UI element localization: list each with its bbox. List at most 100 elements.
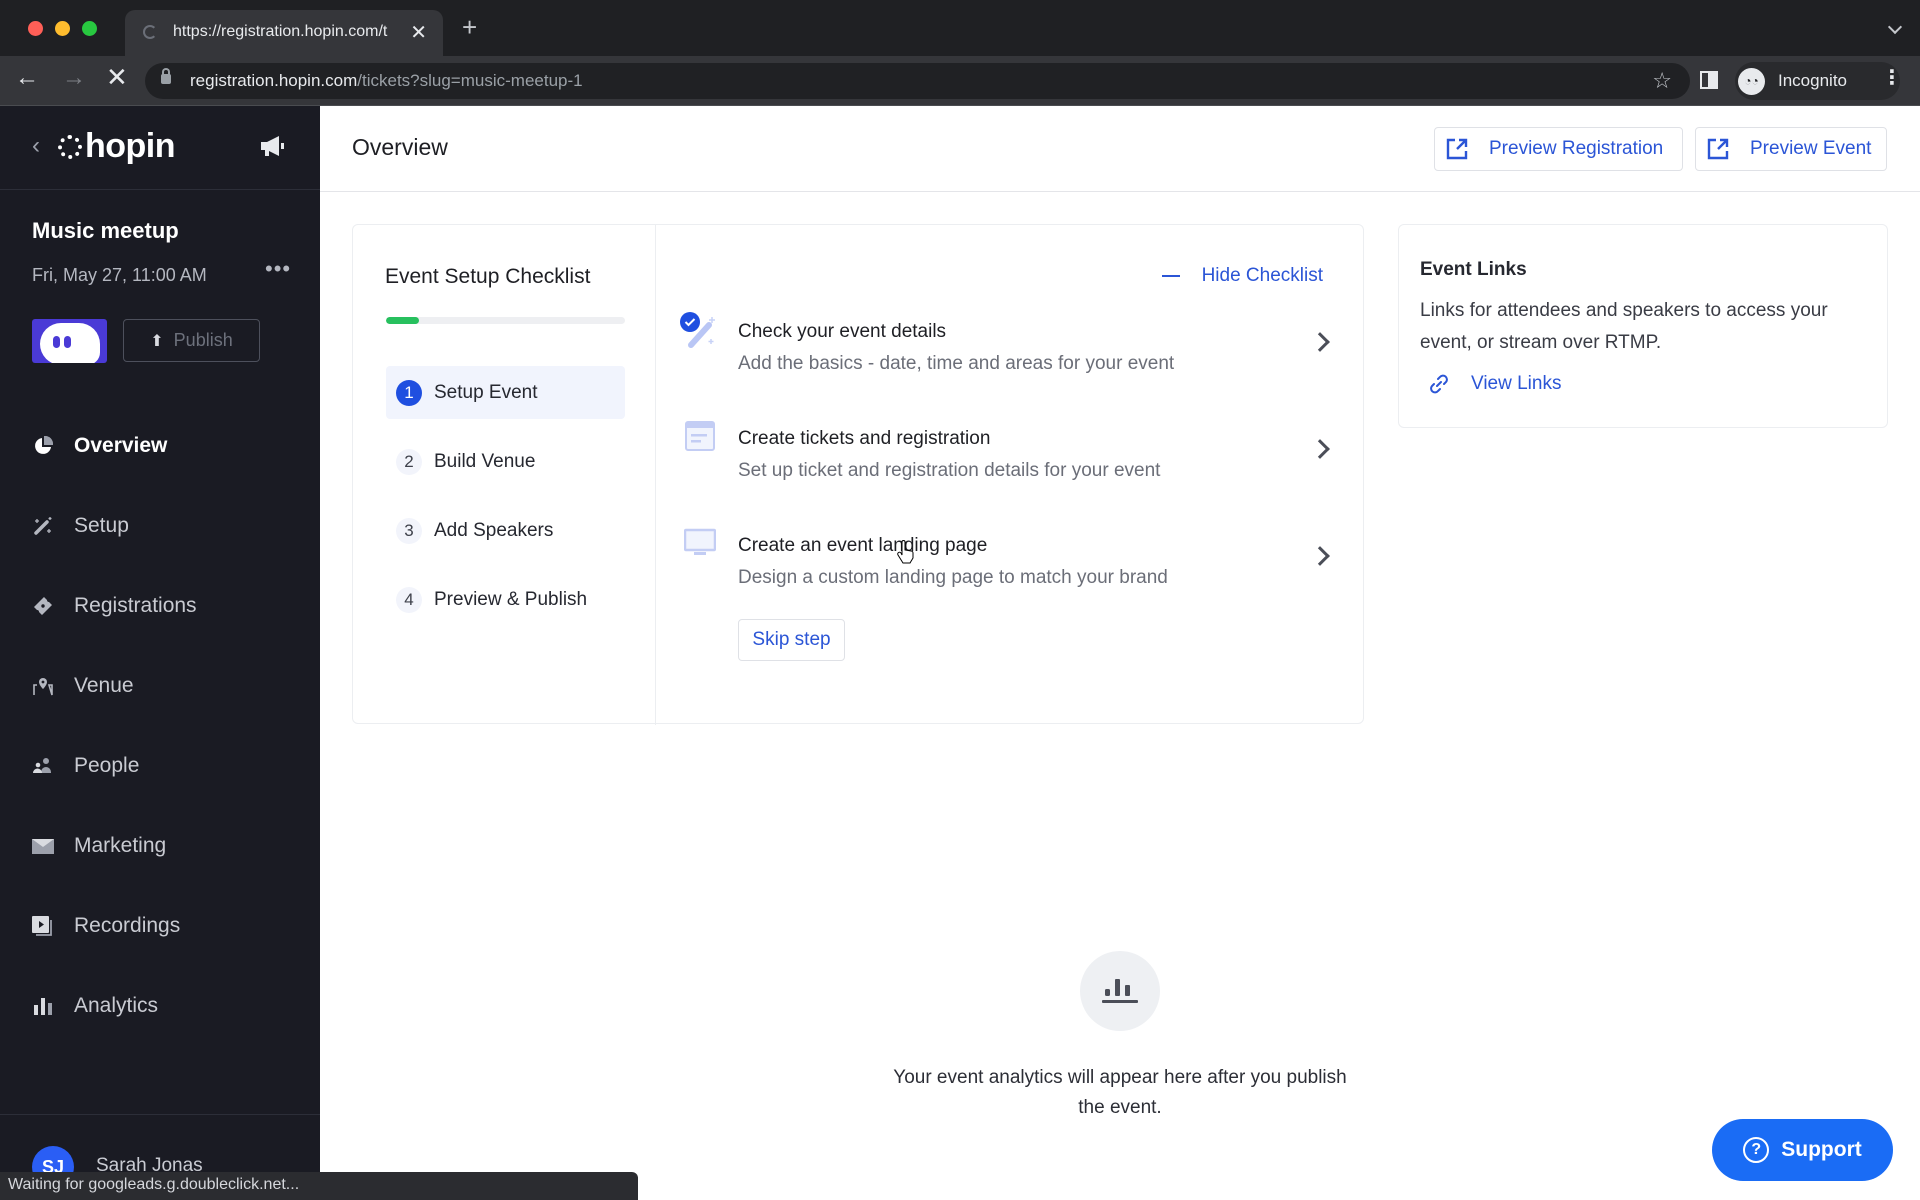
- window-maximize-button[interactable]: [82, 21, 97, 36]
- hopin-app: ‹ hopin Music meetup Fri, May 27, 11:00 …: [0, 106, 1920, 1200]
- analytics-empty-state: Your event analytics will appear here af…: [320, 951, 1920, 1123]
- people-icon: [32, 755, 54, 777]
- upload-icon: ⬆: [150, 332, 164, 350]
- side-panel-icon[interactable]: [1700, 71, 1718, 89]
- task-create-tickets[interactable]: Create tickets and registration Set up t…: [656, 420, 1365, 510]
- tab-search-chevron-icon[interactable]: [1887, 19, 1903, 35]
- event-links-card: Event Links Links for attendees and spea…: [1398, 224, 1888, 428]
- step-number: 1: [396, 379, 422, 406]
- support-button[interactable]: ? Support: [1712, 1119, 1893, 1181]
- step-preview-publish[interactable]: 4 Preview & Publish: [386, 573, 625, 626]
- incognito-profile-button[interactable]: ◔◔ Incognito: [1735, 62, 1900, 100]
- tab-close-icon[interactable]: ✕: [410, 20, 427, 45]
- url-text[interactable]: registration.hopin.com/tickets?slug=musi…: [190, 71, 583, 91]
- browser-toolbar: ← → ✕ registration.hopin.com/tickets?slu…: [0, 56, 1920, 106]
- map-pin-icon: [32, 675, 54, 697]
- event-links-description: Links for attendees and speakers to acce…: [1420, 300, 1828, 353]
- sidebar-item-registrations[interactable]: Registrations: [0, 566, 320, 646]
- megaphone-icon[interactable]: [258, 134, 288, 158]
- sidebar-item-marketing[interactable]: Marketing: [0, 806, 320, 886]
- sidebar-item-venue[interactable]: Venue: [0, 646, 320, 726]
- chevron-right-icon: [1310, 439, 1330, 459]
- preview-event-button[interactable]: Preview Event: [1695, 127, 1887, 171]
- analytics-placeholder: [1080, 951, 1160, 1031]
- external-link-icon: [1446, 138, 1468, 160]
- lock-icon: [161, 68, 171, 84]
- step-number: 4: [396, 586, 422, 613]
- sidebar-nav: Overview Setup Registrations Venue Peopl…: [0, 406, 320, 1046]
- sidebar-item-overview[interactable]: Overview: [0, 406, 320, 486]
- publish-button[interactable]: ⬆ Publish: [123, 319, 260, 362]
- checklist-steps: 1 Setup Event 2 Build Venue 3 Add Speake…: [386, 366, 625, 642]
- chevron-right-icon: [1310, 332, 1330, 352]
- view-links-link[interactable]: View Links: [1429, 373, 1561, 395]
- more-options-icon[interactable]: •••: [265, 256, 291, 282]
- event-links-title: Event Links: [1420, 259, 1527, 280]
- tab-title: https://registration.hopin.com/t: [173, 23, 388, 40]
- step-label: Setup Event: [434, 381, 538, 403]
- task-title: Create an event landing page: [738, 535, 988, 556]
- checklist-steps-panel: Event Setup Checklist 1 Setup Event 2 Bu…: [353, 225, 656, 725]
- forward-arrow-icon[interactable]: →: [62, 66, 86, 90]
- checklist-progress-fill: [386, 317, 420, 324]
- browser-menu-icon[interactable]: ⋮: [1882, 68, 1902, 88]
- step-build-venue[interactable]: 2 Build Venue: [386, 435, 625, 488]
- new-tab-button[interactable]: +: [462, 14, 477, 40]
- hopin-logo[interactable]: hopin: [58, 127, 176, 166]
- hand-cursor-icon: [897, 540, 914, 564]
- analytics-empty-message: Your event analytics will appear here af…: [893, 1067, 1347, 1118]
- sidebar: ‹ hopin Music meetup Fri, May 27, 11:00 …: [0, 106, 320, 1200]
- page-header: Overview Preview Registration Preview Ev…: [320, 106, 1920, 192]
- back-chevron-icon[interactable]: ‹: [32, 132, 40, 160]
- checklist-progress-bar: [386, 317, 625, 324]
- bookmark-star-icon[interactable]: ☆: [1652, 68, 1672, 94]
- event-date: Fri, May 27, 11:00 AM: [32, 265, 207, 285]
- minus-icon: [1161, 275, 1180, 277]
- task-create-landing-page[interactable]: Create an event landing page Design a cu…: [656, 527, 1365, 617]
- bar-chart-icon: [32, 995, 54, 1017]
- task-description: Add the basics - date, time and areas fo…: [738, 353, 1175, 374]
- event-thumbnail: [32, 319, 107, 363]
- sidebar-header: ‹ hopin: [0, 106, 320, 190]
- bar-chart-icon: [1102, 979, 1138, 1003]
- sidebar-item-recordings[interactable]: Recordings: [0, 886, 320, 966]
- step-label: Preview & Publish: [434, 588, 588, 610]
- back-arrow-icon[interactable]: ←: [15, 66, 39, 90]
- incognito-icon: ◔◔: [1738, 68, 1765, 95]
- loading-spinner-icon: [143, 25, 157, 39]
- task-check-event-details[interactable]: Check your event details Add the basics …: [656, 312, 1365, 403]
- form-window-icon: [685, 421, 715, 451]
- window-minimize-button[interactable]: [55, 21, 70, 36]
- sidebar-item-analytics[interactable]: Analytics: [0, 966, 320, 1046]
- sidebar-item-setup[interactable]: Setup: [0, 486, 320, 566]
- incognito-label: Incognito: [1778, 71, 1847, 90]
- skip-step-button[interactable]: Skip step: [738, 619, 845, 661]
- step-setup-event[interactable]: 1 Setup Event: [386, 366, 625, 419]
- stop-loading-icon[interactable]: ✕: [106, 64, 128, 90]
- main-content: Overview Preview Registration Preview Ev…: [320, 106, 1920, 1200]
- browser-status-bar: Waiting for googleads.g.doubleclick.net.…: [0, 1172, 638, 1200]
- step-number: 2: [396, 448, 422, 475]
- step-add-speakers[interactable]: 3 Add Speakers: [386, 504, 625, 557]
- ticket-icon: [32, 595, 54, 617]
- hopin-logo-mark-icon: [58, 135, 82, 159]
- event-setup-checklist: Event Setup Checklist 1 Setup Event 2 Bu…: [352, 224, 1365, 725]
- task-description: Set up ticket and registration details f…: [738, 460, 1161, 481]
- sidebar-item-people[interactable]: People: [0, 726, 320, 806]
- step-number: 3: [396, 517, 422, 544]
- browser-tab[interactable]: https://registration.hopin.com/t ✕: [125, 10, 443, 56]
- chevron-right-icon: [1310, 546, 1330, 566]
- window-close-button[interactable]: [28, 21, 43, 36]
- task-title: Create tickets and registration: [738, 428, 991, 449]
- ghost-mascot-icon: [40, 323, 100, 363]
- pie-chart-icon: [32, 435, 54, 457]
- monitor-icon: [684, 528, 716, 555]
- checklist-title: Event Setup Checklist: [385, 265, 591, 288]
- preview-registration-button[interactable]: Preview Registration: [1434, 127, 1683, 171]
- envelope-icon: [32, 835, 54, 857]
- address-bar[interactable]: registration.hopin.com/tickets?slug=musi…: [145, 63, 1690, 99]
- magic-wand-icon: [32, 515, 54, 537]
- task-title: Check your event details: [738, 321, 947, 342]
- checklist-tasks-panel: Hide Checklist Check your event details …: [656, 225, 1365, 725]
- hide-checklist-button[interactable]: Hide Checklist: [1161, 265, 1323, 287]
